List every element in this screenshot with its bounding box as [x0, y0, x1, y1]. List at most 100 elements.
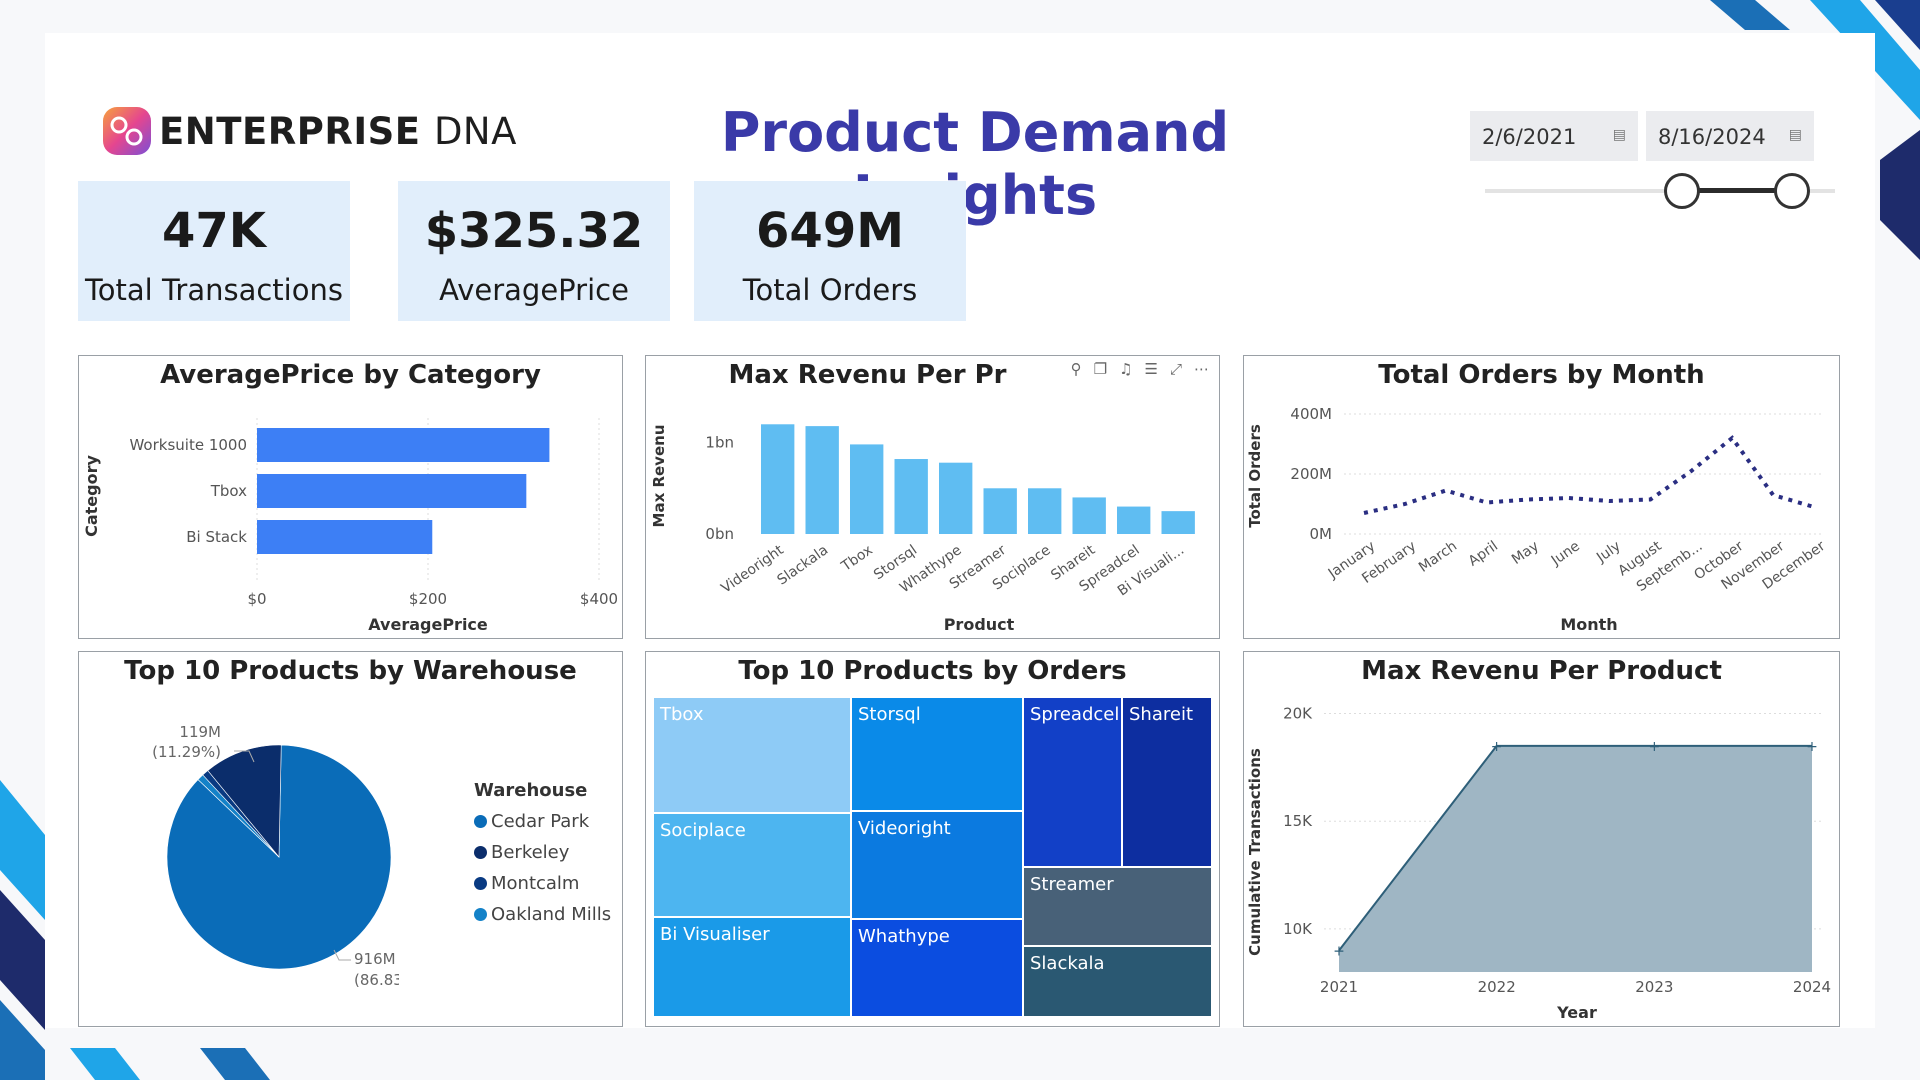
y-tick-label: 400M [1290, 405, 1332, 423]
chart-total-orders-by-month[interactable]: Total Orders by Month 400M 200M 0M January F… [1243, 355, 1840, 639]
data-point-marker: + [1806, 739, 1818, 755]
start-date-value: 2/6/2021 [1482, 125, 1577, 149]
y-tick-label: 20K [1283, 705, 1313, 723]
legend-marker [474, 846, 487, 859]
end-date-input[interactable]: 8/16/2024 ▤ [1646, 111, 1814, 161]
x-tick-label: Slackala [774, 542, 831, 588]
bar [1028, 488, 1062, 534]
bar [761, 424, 795, 534]
date-slider-end-handle[interactable] [1774, 173, 1810, 209]
chart-cumulative-transactions[interactable]: Max Revenu Per Product 20K 15K 10K 2021 +202… [1243, 651, 1840, 1027]
legend-item[interactable]: Berkeley [474, 842, 611, 863]
y-axis-title: Category [82, 455, 101, 537]
kpi-label: Total Transactions [85, 273, 343, 307]
treemap-cell[interactable]: Tbox [654, 698, 852, 814]
x-tick-label: $400 [580, 590, 618, 608]
data-point-marker: + [1491, 739, 1503, 755]
treemap-cell[interactable]: Sociplace [654, 814, 852, 918]
category-label: Worksuite 1000 [129, 436, 247, 454]
bar [1117, 506, 1151, 534]
calendar-icon[interactable]: ▤ [1789, 127, 1802, 143]
data-point-marker: + [1648, 739, 1660, 755]
treemap-cell[interactable]: Shareit [1123, 698, 1213, 868]
data-point-marker: + [1333, 943, 1345, 959]
x-axis-title: Year [1556, 1003, 1597, 1022]
bar [257, 474, 527, 508]
chart-products-by-orders-treemap[interactable]: Top 10 Products by Orders Tbox Sociplace B… [645, 651, 1220, 1027]
x-tick-label: 2023 [1635, 978, 1673, 996]
treemap-cell[interactable]: Storsql [852, 698, 1024, 812]
x-axis-title: Month [1560, 615, 1617, 634]
x-tick-label: 2021 [1320, 978, 1358, 996]
treemap-cell[interactable]: Whathype [852, 920, 1024, 1018]
end-date-value: 8/16/2024 [1658, 125, 1766, 149]
kpi-card-total-transactions: 47K Total Transactions [78, 181, 350, 321]
bar [850, 444, 884, 534]
category-label: Tbox [210, 482, 247, 500]
y-tick-label: 1bn [705, 434, 734, 452]
brand-name: ENTERPRISE DNA [159, 109, 517, 153]
treemap-cell[interactable]: Streamer [1024, 868, 1213, 947]
bar [257, 520, 433, 554]
y-axis-title: Max Revenu [650, 425, 668, 528]
enterprise-dna-logo-icon [103, 107, 151, 155]
x-axis-title: AveragePrice [368, 615, 488, 634]
legend-marker [474, 815, 487, 828]
brand-logo: ENTERPRISE DNA [101, 103, 517, 159]
treemap-cell[interactable]: Bi Visualiser [654, 918, 852, 1018]
pie-chart-warehouse: 119M (11.29%) 916M (86.83%) [152, 723, 399, 989]
bar [1072, 497, 1106, 534]
legend-label: Montcalm [491, 873, 580, 894]
legend-items: Cedar Park Berkeley Montcalm Oakland Mills [474, 811, 611, 925]
chart-title: Top 10 Products by Orders [738, 656, 1127, 686]
chart-avg-price-by-category[interactable]: AveragePrice by Category $0 $200 $400 Works… [78, 355, 623, 639]
legend-marker [474, 877, 487, 890]
chart-products-by-warehouse[interactable]: Top 10 Products by Warehouse 119M (11.29%… [78, 651, 623, 1027]
y-axis-title: Cumulative Transactions [1246, 748, 1264, 956]
bar [983, 488, 1017, 534]
x-axis-title: Product [944, 615, 1015, 634]
legend-item[interactable]: Montcalm [474, 873, 611, 894]
treemap-cell[interactable]: Spreadcel [1024, 698, 1123, 868]
report-canvas: ENTERPRISE DNA Product Demand Insights 2… [45, 33, 1875, 1028]
data-label: (86.83%) [354, 971, 399, 989]
kpi-label: Total Orders [742, 273, 918, 307]
legend-item[interactable]: Cedar Park [474, 811, 611, 832]
y-tick-label: 0M [1310, 525, 1333, 543]
data-label: 119M [179, 723, 221, 741]
legend-label: Oakland Mills [491, 904, 612, 925]
x-tick-label: May [1509, 538, 1542, 568]
chart-max-revenue-by-product[interactable]: Max Revenu Per Pr ⚲ ❐ ♫ ☰ ⤢ ⋯ 1bn 0bn Vide… [645, 355, 1220, 639]
x-tick-label: March [1416, 538, 1460, 576]
series-line [1363, 435, 1815, 515]
x-tick-label: $200 [409, 590, 447, 608]
kpi-value: 47K [162, 203, 266, 259]
treemap-cell[interactable]: Videoright [852, 812, 1024, 920]
calendar-icon[interactable]: ▤ [1613, 127, 1626, 143]
x-tick-label: 2024 [1793, 978, 1831, 996]
kpi-value: $325.32 [424, 203, 644, 259]
bar-chart-avg-price: $0 $200 $400 Worksuite 1000 Tbox Bi Stack Aver… [82, 418, 618, 634]
kpi-card-average-price: $325.32 AveragePrice [398, 181, 670, 321]
y-tick-label: 200M [1290, 465, 1332, 483]
kpi-value: 649M [756, 203, 904, 259]
bar [1161, 511, 1195, 534]
pie-legend: Warehouse Cedar Park Berkeley Montcalm Oakl… [474, 780, 611, 925]
legend-label: Berkeley [491, 842, 570, 863]
x-tick-label: April [1466, 538, 1501, 569]
data-label: 916M [354, 950, 396, 968]
start-date-input[interactable]: 2/6/2021 ▤ [1470, 111, 1638, 161]
bar [894, 459, 928, 534]
kpi-label: AveragePrice [439, 273, 629, 307]
date-slider-start-handle[interactable] [1664, 173, 1700, 209]
y-tick-label: 15K [1283, 812, 1313, 830]
y-axis-title: Total Orders [1246, 424, 1264, 528]
legend-label: Cedar Park [491, 811, 590, 832]
area-chart-cumulative: 20K 15K 10K 2021 +2022 +2023 +2024 + Year Cumulat… [1246, 705, 1831, 1022]
legend-item[interactable]: Oakland Mills [474, 904, 611, 925]
bar [805, 426, 839, 534]
bar-chart-max-revenue: 1bn0bnVideorightSlackala TboxStorsqlWhath… [650, 424, 1195, 634]
treemap-cell[interactable]: Slackala [1024, 947, 1213, 1018]
bar [257, 428, 550, 462]
legend-marker [474, 908, 487, 921]
